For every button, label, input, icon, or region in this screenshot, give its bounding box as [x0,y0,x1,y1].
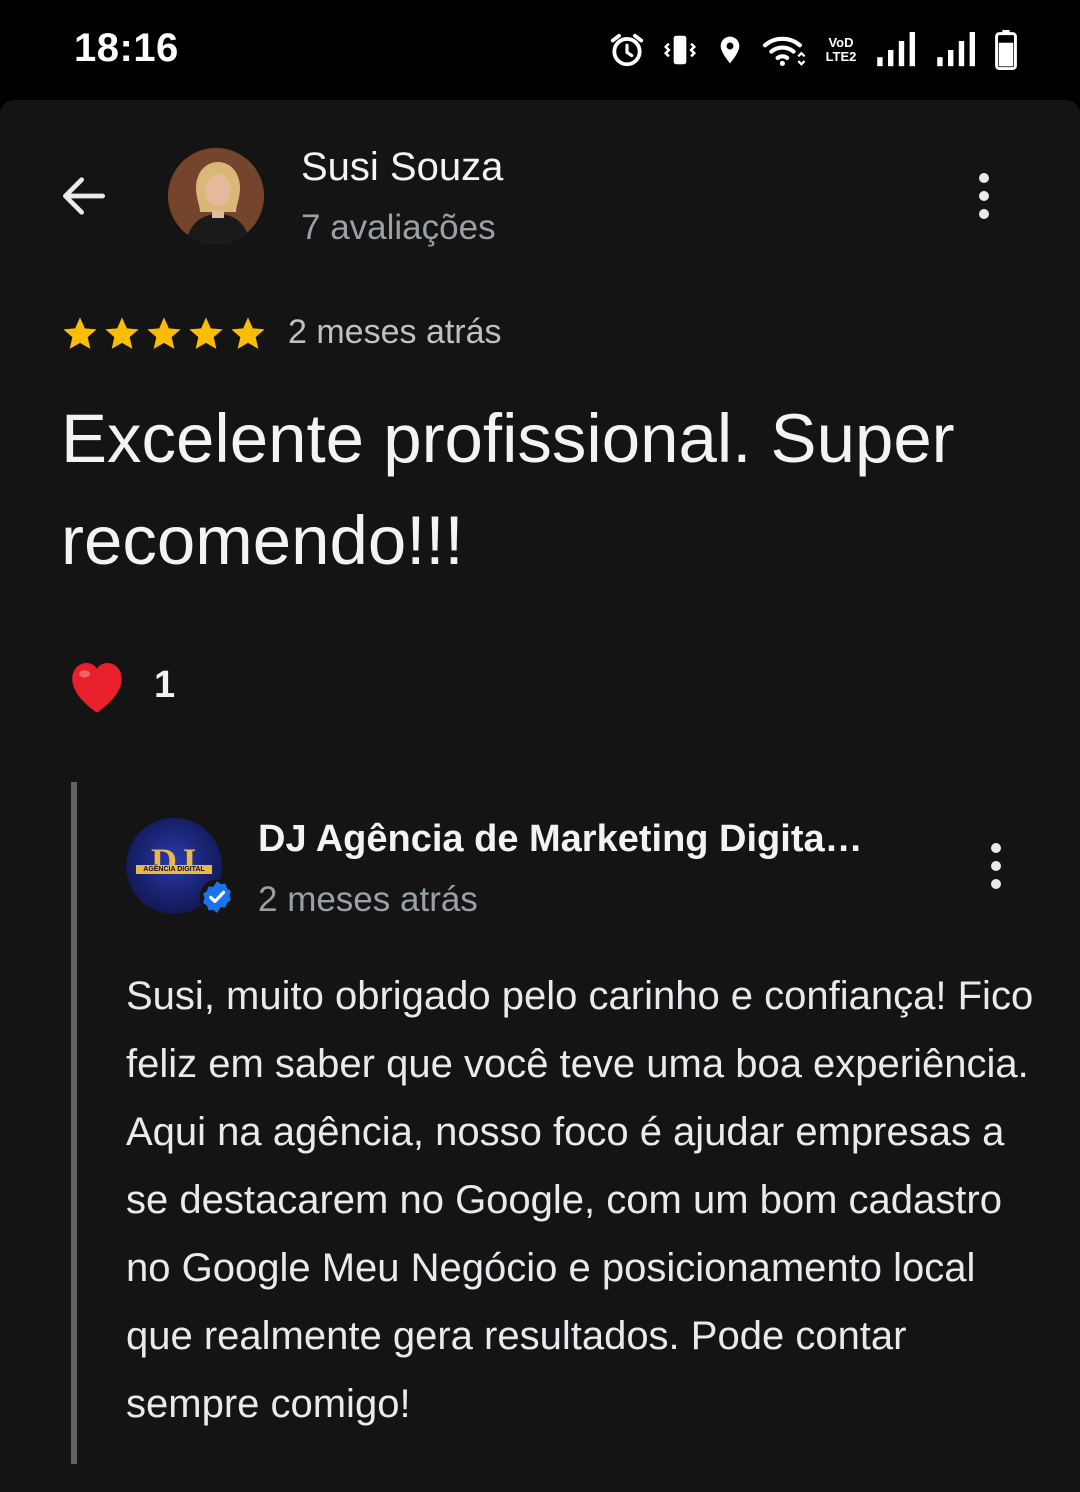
more-dot [979,191,989,201]
battery-icon [995,30,1017,70]
status-icons: VoD LTE2 [608,30,1018,70]
arrow-back-icon[interactable] [56,168,112,224]
review-text: Excelente profissional. Super recomendo!… [61,400,955,579]
star-icon [63,317,97,349]
rating-stars [60,314,268,354]
reaction-button[interactable] [64,654,130,716]
owner-logo-text: DJ [151,841,197,881]
star-icon [231,317,265,349]
more-dot [991,861,1001,871]
alarm-icon [610,33,644,67]
more-dot [979,173,989,183]
verified-badge-icon [199,879,235,915]
volte-icon: VoD LTE2 [822,36,860,64]
volte-line-1: VoD [828,35,854,50]
review-date: 2 meses atrás [288,313,502,351]
reply-indent-bar [71,782,77,1464]
more-dot [991,879,1001,889]
signal-icon [877,32,915,67]
owner-logo-subtext: AGÊNCIA DIGITAL [136,865,212,874]
reviewer-name[interactable]: Susi Souza [301,145,503,190]
reviewer-review-count: 7 avaliações [301,208,496,247]
status-bar: 18:16 VoD LTE2 [0,0,1080,100]
more-dot [979,209,989,219]
more-dot [991,843,1001,853]
heart-icon [72,663,122,713]
owner-reply-text: Susi, muito obrigado pelo carinho e conf… [126,974,1034,1426]
signal-icon [937,32,975,67]
owner-reply-date: 2 meses atrás [258,880,478,919]
wifi-icon [762,36,806,66]
location-icon [720,36,740,64]
reply-more-vert-icon[interactable] [976,838,1016,894]
more-vert-icon[interactable] [964,168,1004,224]
star-icon [147,317,181,349]
owner-name[interactable]: DJ Agência de Marketing Digita… [258,818,938,861]
reaction-count: 1 [154,664,176,706]
avatar-photo [168,148,264,244]
star-icon [105,317,139,349]
volte-line-2: LTE2 [825,49,857,64]
status-clock: 18:16 [74,26,179,70]
star-icon [189,317,223,349]
vibrate-icon [663,35,697,65]
reviewer-avatar[interactable] [168,148,264,244]
